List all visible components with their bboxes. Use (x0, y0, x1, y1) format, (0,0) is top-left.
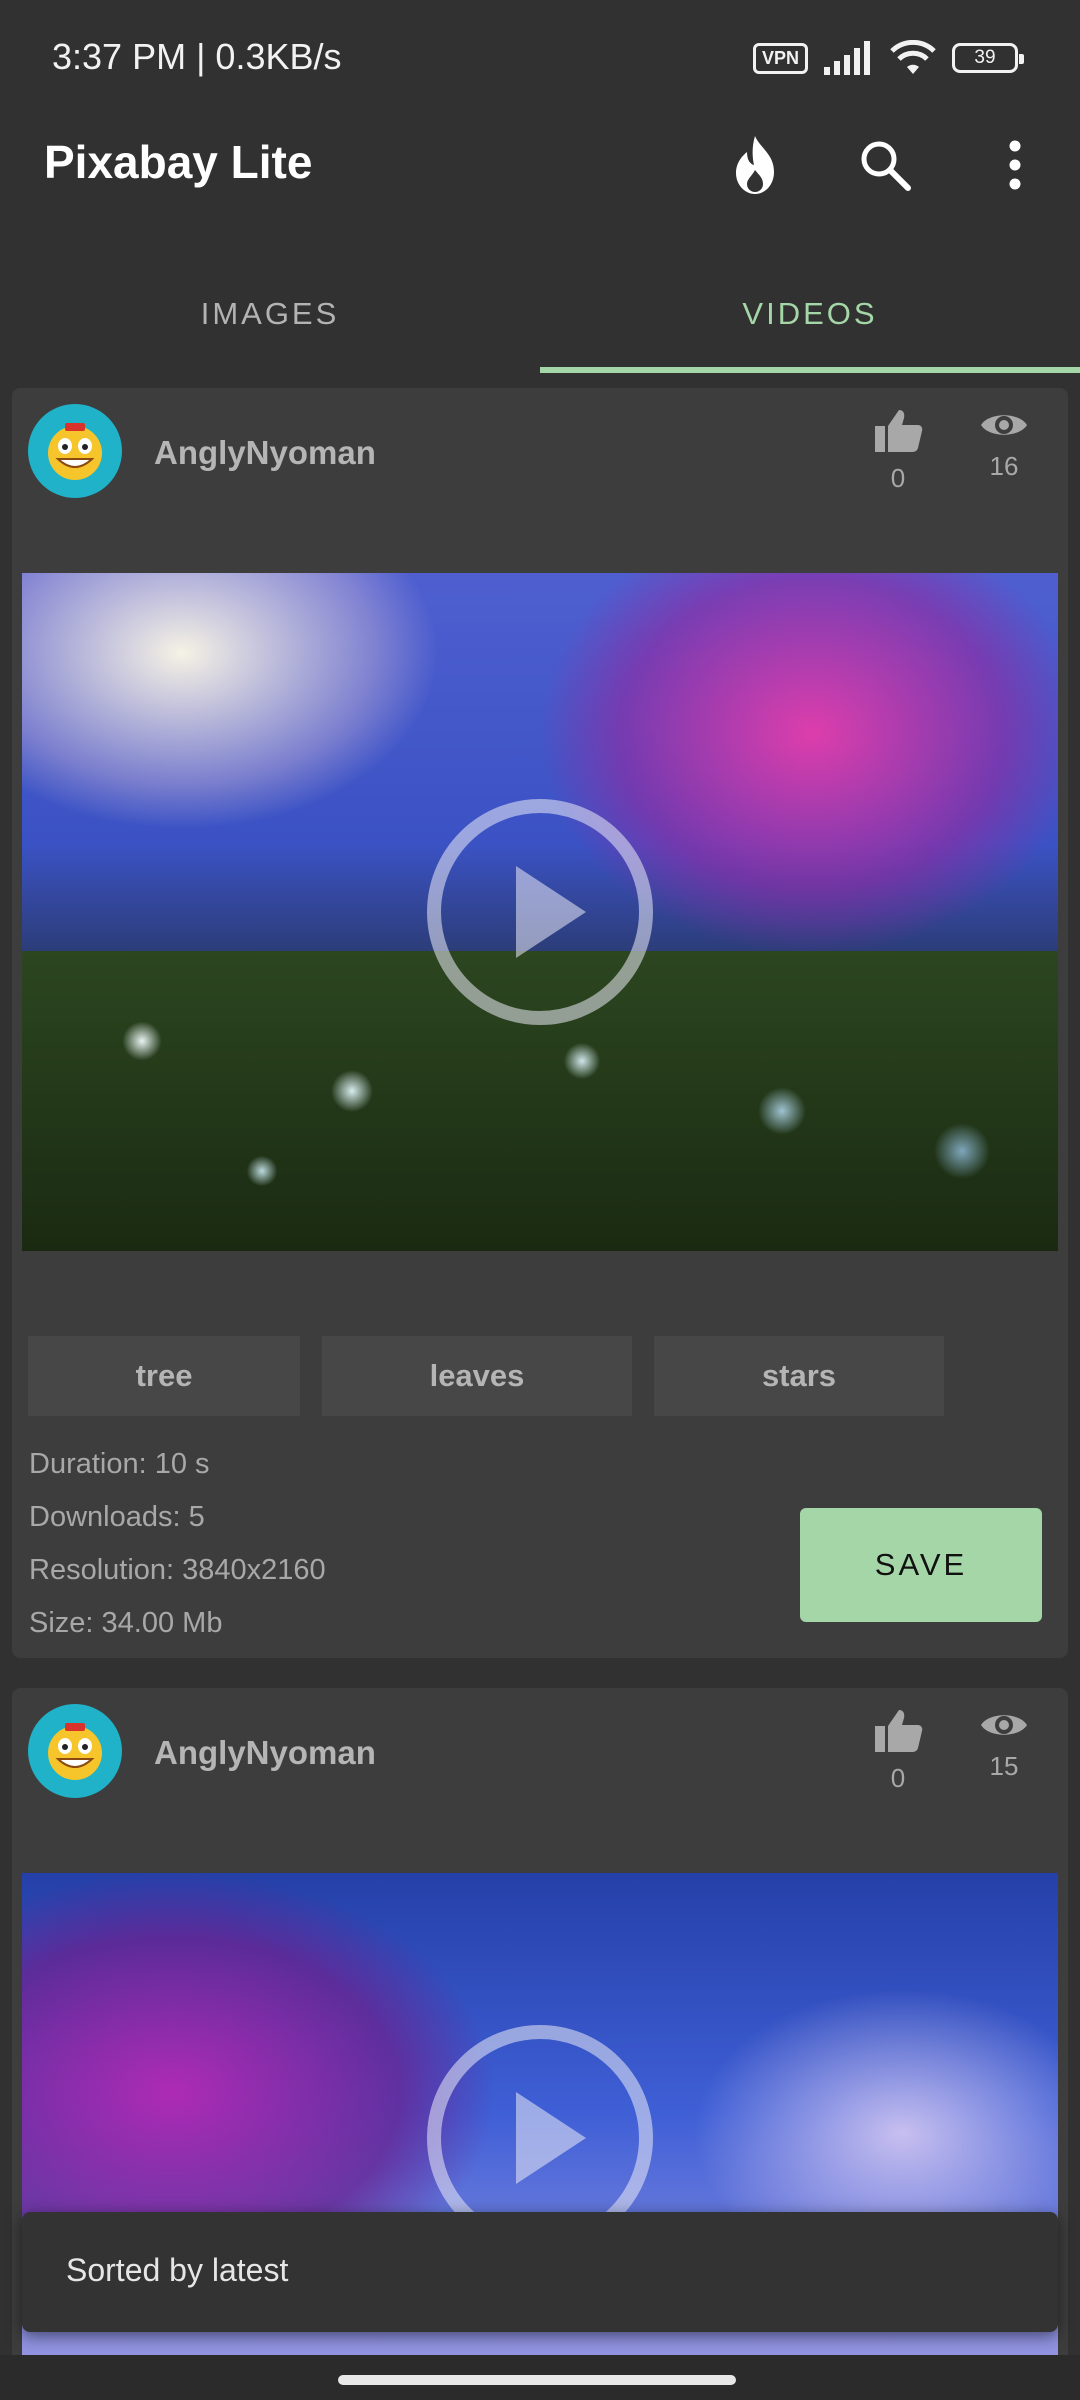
search-button[interactable] (820, 115, 950, 215)
card-header: AnglyNyoman 0 15 (12, 1688, 1068, 1818)
battery-icon: 39 (952, 43, 1024, 73)
navigation-bar (0, 2355, 1080, 2400)
likes-count: 0 (890, 463, 906, 493)
more-vert-icon (1009, 140, 1021, 190)
avatar[interactable] (28, 1704, 122, 1798)
resolution-text: Resolution: 3840x2160 (29, 1554, 326, 1586)
wifi-icon (890, 40, 936, 74)
size-text: Size: 34.00 Mb (29, 1607, 223, 1639)
username[interactable]: AnglyNyoman (154, 434, 376, 472)
likes-stat: 0 (858, 408, 938, 494)
card-header: AnglyNyoman 0 16 (12, 388, 1068, 518)
video-info: Duration: 10 s Downloads: 5 Resolution: … (29, 1438, 326, 1650)
play-icon[interactable] (426, 798, 654, 1026)
likes-stat: 0 (858, 1708, 938, 1794)
eye-icon (981, 415, 1027, 435)
duration-text: Duration: 10 s (29, 1448, 210, 1480)
tag-chip[interactable]: stars (654, 1336, 944, 1416)
username[interactable]: AnglyNyoman (154, 1734, 376, 1772)
tag-chip[interactable]: tree (28, 1336, 300, 1416)
popular-button[interactable] (690, 115, 820, 215)
app-title: Pixabay Lite (44, 136, 313, 188)
views-stat: 15 (964, 1708, 1044, 1782)
snackbar-message: Sorted by latest (66, 2252, 289, 2288)
status-bar: 3:37 PM | 0.3KB/s VPN 39 (0, 0, 1080, 115)
video-thumbnail[interactable] (22, 573, 1058, 1251)
signal-icon (824, 41, 870, 75)
tab-videos[interactable]: VIDEOS (540, 255, 1080, 373)
tag-chip[interactable]: leaves (322, 1336, 632, 1416)
tag-list: tree leaves stars (28, 1336, 944, 1416)
status-icons: VPN 39 (752, 36, 1024, 80)
views-count: 15 (989, 1751, 1019, 1781)
vpn-icon: VPN (752, 42, 808, 74)
views-stat: 16 (964, 408, 1044, 482)
more-options-button[interactable] (950, 115, 1080, 215)
emoji-avatar-icon (48, 1723, 102, 1780)
likes-count: 0 (890, 1763, 906, 1793)
video-card: AnglyNyoman 0 16 tree leaves stars Durat… (12, 388, 1068, 1658)
views-count: 16 (989, 451, 1019, 481)
fire-icon (736, 136, 774, 194)
tab-images[interactable]: IMAGES (0, 255, 540, 373)
app-actions (690, 115, 1080, 215)
screen: 3:37 PM | 0.3KB/s VPN 39 Pixabay Lite IM… (0, 0, 1080, 2400)
emoji-avatar-icon (48, 423, 102, 480)
tab-bar: IMAGES VIDEOS (0, 255, 1080, 373)
home-indicator[interactable] (338, 2375, 736, 2385)
downloads-text: Downloads: 5 (29, 1501, 205, 1533)
snackbar: Sorted by latest (22, 2212, 1058, 2332)
status-time: 3:37 PM | 0.3KB/s (52, 36, 342, 77)
eye-icon (981, 1715, 1027, 1735)
thumb-up-icon (875, 1710, 923, 1752)
thumb-up-icon (875, 410, 923, 452)
avatar[interactable] (28, 404, 122, 498)
save-button[interactable]: SAVE (800, 1508, 1042, 1622)
search-icon (861, 141, 911, 191)
